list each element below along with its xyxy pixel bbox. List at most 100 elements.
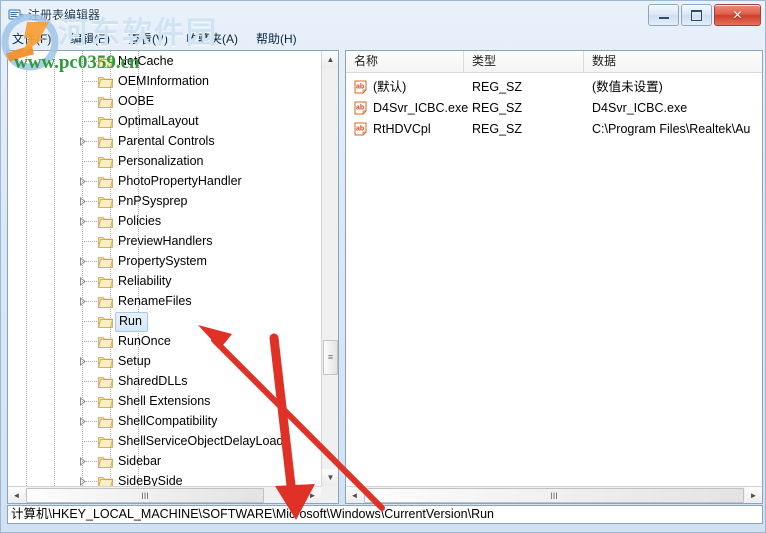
tree-item-label: ShellServiceObjectDelayLoad (118, 434, 284, 448)
tree-item[interactable]: RenameFiles (8, 291, 321, 311)
window-controls: ✕ (648, 4, 761, 26)
expand-triangle-icon[interactable] (77, 176, 88, 187)
tree-vertical-scroll-thumb[interactable]: ≡ (323, 340, 338, 375)
value-cell-data: D4Svr_ICBC.exe (592, 101, 688, 115)
folder-icon (97, 114, 114, 128)
column-header-row[interactable]: 名称 类型 数据 (346, 51, 762, 73)
value-cell-type: REG_SZ (472, 80, 523, 94)
tree-item[interactable]: SideBySide (8, 471, 321, 486)
tree-item-label: OEMInformation (118, 74, 210, 88)
folder-icon (97, 454, 114, 468)
tree-item-label: PropertySystem (118, 254, 207, 268)
tree-item-selected[interactable]: Run (8, 311, 321, 332)
expand-triangle-icon[interactable] (77, 416, 88, 427)
tree-item[interactable]: Personalization (8, 151, 321, 171)
folder-icon (97, 374, 114, 388)
column-header-2[interactable]: 数据 (584, 51, 762, 72)
list-horizontal-scroll-thumb[interactable]: III (364, 488, 744, 503)
value-row[interactable]: ab RtHDVCpl REG_SZ C:\Program Files\Realtek… (346, 119, 762, 139)
column-header-1[interactable]: 类型 (464, 51, 584, 72)
tree-item[interactable]: ShellServiceObjectDelayLoad (8, 431, 321, 451)
menu-item-0[interactable]: 文件(F) (9, 31, 54, 47)
tree-item[interactable]: ShellCompatibility (8, 411, 321, 431)
menu-item-3[interactable]: 收藏夹(A) (183, 31, 241, 47)
tree-scroll-down-button[interactable]: ▼ (322, 469, 338, 486)
tree-item[interactable]: PropertySystem (8, 251, 321, 271)
expand-triangle-icon[interactable] (77, 296, 88, 307)
tree-item-label: RenameFiles (118, 294, 192, 308)
tree-connector (82, 381, 98, 382)
expand-triangle-icon[interactable] (77, 136, 88, 147)
expand-triangle-icon[interactable] (77, 216, 88, 227)
list-scroll-left-button[interactable]: ◄ (346, 487, 363, 503)
tree-connector (82, 161, 98, 162)
tree-vertical-scrollbar[interactable]: ▲ ≡ ▼ (321, 51, 338, 486)
folder-icon (97, 354, 114, 368)
chevron-up-icon: ▲ (326, 54, 335, 64)
tree-connector (82, 341, 98, 342)
menu-item-1[interactable]: 编辑(E) (67, 31, 113, 47)
chevron-left-icon: ◄ (12, 490, 21, 500)
tree-item[interactable]: Reliability (8, 271, 321, 291)
tree-item[interactable]: OptimalLayout (8, 111, 321, 131)
tree-scroll-up-button[interactable]: ▲ (322, 51, 338, 68)
folder-icon (97, 334, 114, 348)
expand-triangle-icon[interactable] (77, 356, 88, 367)
minimize-button[interactable] (648, 4, 679, 26)
expand-triangle-icon[interactable] (77, 276, 88, 287)
title-bar[interactable]: 注册表编辑器 ✕ (1, 1, 765, 29)
expand-triangle-icon[interactable] (77, 196, 88, 207)
folder-icon (98, 474, 114, 486)
maximize-button[interactable] (681, 4, 712, 26)
tree-item[interactable]: PreviewHandlers (8, 231, 321, 251)
tree-horizontal-scrollbar[interactable]: ◄ III ► (8, 486, 321, 503)
value-cell-data: C:\Program Files\Realtek\Au (592, 122, 751, 136)
registry-tree-panel[interactable]: NetCache OEMInformation OOBE OptimalLayout P… (7, 50, 339, 504)
tree-item[interactable]: Sidebar (8, 451, 321, 471)
tree-item[interactable]: Parental Controls (8, 131, 321, 151)
menu-item-4[interactable]: 帮助(H) (253, 31, 300, 47)
chevron-right-icon: ► (308, 490, 317, 500)
expand-triangle-icon[interactable] (77, 456, 88, 467)
tree-connector (82, 321, 98, 322)
close-button[interactable]: ✕ (714, 4, 761, 26)
tree-connector (82, 241, 98, 242)
registry-values-panel[interactable]: 名称 类型 数据 ab (默认) REG_SZ (数值未设置) ab D4Svr_ICBC.e… (345, 50, 763, 504)
ab-string-icon: ab (354, 122, 369, 136)
folder-icon (97, 94, 114, 108)
tree-item[interactable]: SharedDLLs (8, 371, 321, 391)
value-row[interactable]: ab (默认) REG_SZ (数值未设置) (346, 77, 762, 97)
tree-scroll-left-button[interactable]: ◄ (8, 487, 25, 503)
tree-item[interactable]: Policies (8, 211, 321, 231)
tree-item[interactable]: NetCache (8, 51, 321, 71)
registry-editor-icon (8, 7, 25, 23)
menu-item-2[interactable]: 查看(V) (125, 31, 171, 47)
maximize-icon (691, 9, 702, 21)
tree-item-list: NetCache OEMInformation OOBE OptimalLayout P… (8, 51, 321, 486)
list-scroll-right-button[interactable]: ► (745, 487, 762, 503)
expand-triangle-icon[interactable] (77, 476, 88, 486)
tree-item[interactable]: PhotoPropertyHandler (8, 171, 321, 191)
expand-triangle-icon[interactable] (77, 396, 88, 407)
folder-icon (97, 434, 114, 448)
tree-item[interactable]: PnPSysprep (8, 191, 321, 211)
tree-item[interactable]: Shell Extensions (8, 391, 321, 411)
folder-icon (97, 154, 114, 168)
tree-connector (82, 61, 98, 62)
tree-item-label: Reliability (118, 274, 172, 288)
tree-connector (82, 441, 98, 442)
tree-item[interactable]: Setup (8, 351, 321, 371)
tree-item[interactable]: RunOnce (8, 331, 321, 351)
tree-horizontal-scroll-thumb[interactable]: III (26, 488, 264, 503)
expand-triangle-icon[interactable] (77, 256, 88, 267)
grip-icon: III (550, 490, 558, 501)
folder-icon (97, 214, 114, 228)
tree-scroll-right-button[interactable]: ► (304, 487, 321, 503)
tree-item-label: SideBySide (118, 474, 183, 486)
list-horizontal-scrollbar[interactable]: ◄ III ► (346, 486, 762, 503)
svg-text:ab: ab (356, 84, 364, 91)
tree-item[interactable]: OOBE (8, 91, 321, 111)
tree-item[interactable]: OEMInformation (8, 71, 321, 91)
column-header-0[interactable]: 名称 (346, 51, 464, 72)
value-row[interactable]: ab D4Svr_ICBC.exe REG_SZ D4Svr_ICBC.exe (346, 98, 762, 118)
